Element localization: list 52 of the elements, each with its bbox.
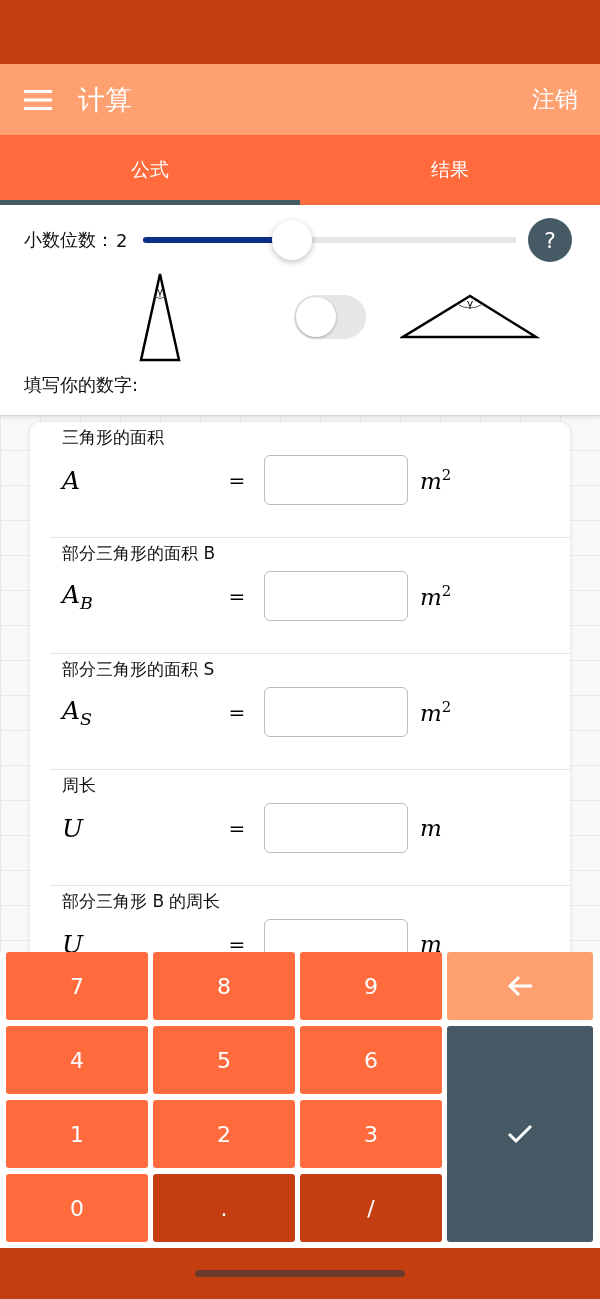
digit-key[interactable]: 8 [153, 952, 295, 1020]
tab[interactable]: 结果 [300, 135, 600, 205]
decimals-value: 2 [116, 229, 128, 251]
unit-label: m$^{2}$ [420, 582, 452, 610]
digit-key[interactable]: 6 [300, 1026, 442, 1094]
digit-key[interactable]: 2 [153, 1100, 295, 1168]
digit-key[interactable]: 3 [300, 1100, 442, 1168]
angle-label: γ [466, 297, 474, 310]
field-label: 部分三角形的面积 B [62, 542, 216, 565]
input-field[interactable] [264, 803, 408, 853]
equals-sign: = [227, 700, 247, 724]
logout-button[interactable]: 注销 [532, 84, 578, 115]
input-prompt: 填写你的数字: [23, 373, 140, 397]
input-field[interactable] [264, 687, 408, 737]
digit-key[interactable]: 0 [6, 1174, 148, 1242]
field-label: 部分三角形 B 的周长 [62, 890, 221, 913]
unit-label: m [420, 815, 442, 841]
equals-sign: = [227, 584, 247, 608]
unit-label: m$^{2}$ [420, 466, 452, 494]
home-indicator[interactable] [195, 1270, 405, 1277]
unit-label: m [420, 931, 442, 953]
digit-key[interactable]: 4 [6, 1026, 148, 1094]
formula-symbol: U [62, 813, 85, 843]
symbol-key[interactable]: / [300, 1174, 442, 1242]
equals-sign: = [227, 816, 247, 840]
equals-sign: = [227, 468, 247, 492]
field-label: 三角形的面积 [62, 426, 164, 449]
equals-sign: = [227, 932, 247, 953]
app-title: 计算 [78, 82, 133, 117]
slider-thumb[interactable] [272, 220, 313, 260]
confirm-key[interactable] [447, 1026, 593, 1242]
triangle-toggle[interactable] [294, 295, 366, 339]
menu-icon[interactable] [24, 89, 52, 110]
formula-symbol: A [62, 465, 82, 495]
unit-label: m$^{2}$ [420, 698, 452, 726]
digit-key[interactable]: 1 [6, 1100, 148, 1168]
field-label: 周长 [62, 774, 96, 797]
checkmark-icon [507, 1124, 533, 1144]
back-arrow-icon [507, 975, 533, 997]
angle-label: γ [157, 286, 163, 297]
field-label: 部分三角形的面积 S [62, 658, 215, 681]
digit-key[interactable]: 9 [300, 952, 442, 1020]
input-field[interactable] [264, 571, 408, 621]
decimals-label: 小数位数： [24, 228, 114, 252]
input-field[interactable] [264, 455, 408, 505]
help-button[interactable]: ? [528, 218, 572, 262]
backspace-key[interactable] [447, 952, 593, 1020]
digit-key[interactable]: 5 [153, 1026, 295, 1094]
digit-key[interactable]: 7 [6, 952, 148, 1020]
symbol-key[interactable]: . [153, 1174, 295, 1242]
formula-symbol: A$_{S}$ [62, 695, 94, 729]
formula-symbol: A$_{B}$ [62, 579, 94, 613]
